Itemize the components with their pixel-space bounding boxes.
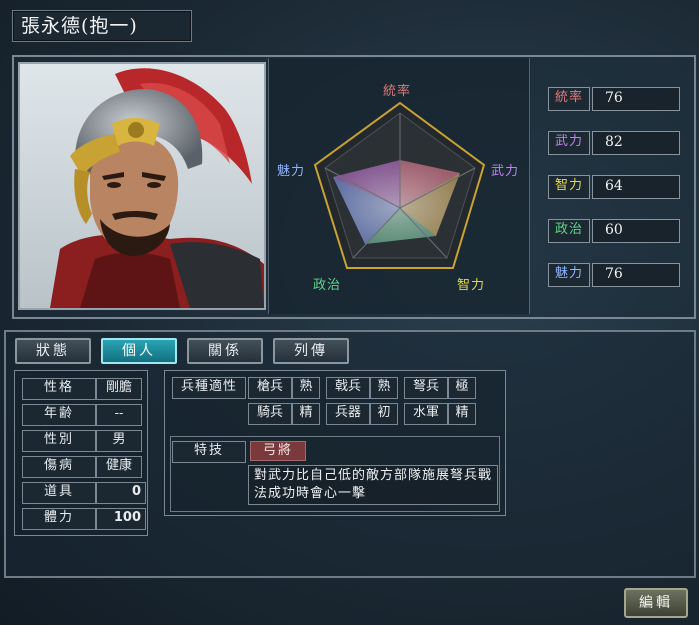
aptitude-type-crossbow: 弩兵 <box>404 377 448 399</box>
aptitude-header: 兵種適性 <box>172 377 246 399</box>
aptitude-grade-siege: 初 <box>370 403 398 425</box>
radar-label-meili: 魅力 <box>277 164 306 179</box>
tab-personal[interactable]: 個人 <box>101 338 177 364</box>
stat-label: 政治 <box>548 219 590 243</box>
stat-value: 60 <box>592 219 680 243</box>
stat-value: 76 <box>592 263 680 287</box>
info-label: 性別 <box>22 430 96 452</box>
aptitude-grade-crossbow: 極 <box>448 377 476 399</box>
info-value: 男 <box>96 430 142 452</box>
info-value: 100 <box>96 508 146 530</box>
info-label: 道具 <box>22 482 96 504</box>
officer-name-title: 張永德(抱一) <box>12 10 192 42</box>
aptitude-grade-spear: 熟 <box>292 377 320 399</box>
info-value: 0 <box>96 482 146 504</box>
aptitude-type-siege: 兵器 <box>326 403 370 425</box>
radar-label-zhili: 智力 <box>457 278 486 293</box>
aptitude-type-halberd: 戟兵 <box>326 377 370 399</box>
radar-label-tongshuai: 統率 <box>383 84 412 99</box>
info-value: -- <box>96 404 142 426</box>
stat-value: 82 <box>592 131 680 155</box>
info-label: 年齢 <box>22 404 96 426</box>
info-label: 性格 <box>22 378 96 400</box>
tab-biography[interactable]: 列傳 <box>273 338 349 364</box>
stat-value: 64 <box>592 175 680 199</box>
info-value: 剛膽 <box>96 378 142 400</box>
stat-value: 76 <box>592 87 680 111</box>
stat-label: 魅力 <box>548 263 590 287</box>
tab-status[interactable]: 狀態 <box>15 338 91 364</box>
radar-label-wuli: 武力 <box>491 164 520 179</box>
info-label: 傷病 <box>22 456 96 478</box>
aptitude-grade-cavalry: 精 <box>292 403 320 425</box>
aptitude-type-navy: 水軍 <box>404 403 448 425</box>
ability-radar-chart: 統率 武力 智力 政治 魅力 <box>268 58 530 314</box>
officer-portrait <box>18 62 266 310</box>
aptitude-grade-halberd: 熟 <box>370 377 398 399</box>
stat-label: 武力 <box>548 131 590 155</box>
tab-relations[interactable]: 關係 <box>187 338 263 364</box>
info-value: 健康 <box>96 456 142 478</box>
special-skill-name: 弓將 <box>250 441 306 461</box>
special-skill-description: 對武力比自己低的敵方部隊施展弩兵戰法成功時會心一擊 <box>248 465 498 505</box>
edit-button[interactable]: 編輯 <box>624 588 688 618</box>
radar-label-zhengzhi: 政治 <box>313 278 342 293</box>
aptitude-type-spear: 槍兵 <box>248 377 292 399</box>
stat-label: 智力 <box>548 175 590 199</box>
stat-label: 統率 <box>548 87 590 111</box>
special-skill-header: 特技 <box>172 441 246 463</box>
info-label: 體力 <box>22 508 96 530</box>
aptitude-type-cavalry: 騎兵 <box>248 403 292 425</box>
aptitude-grade-navy: 精 <box>448 403 476 425</box>
